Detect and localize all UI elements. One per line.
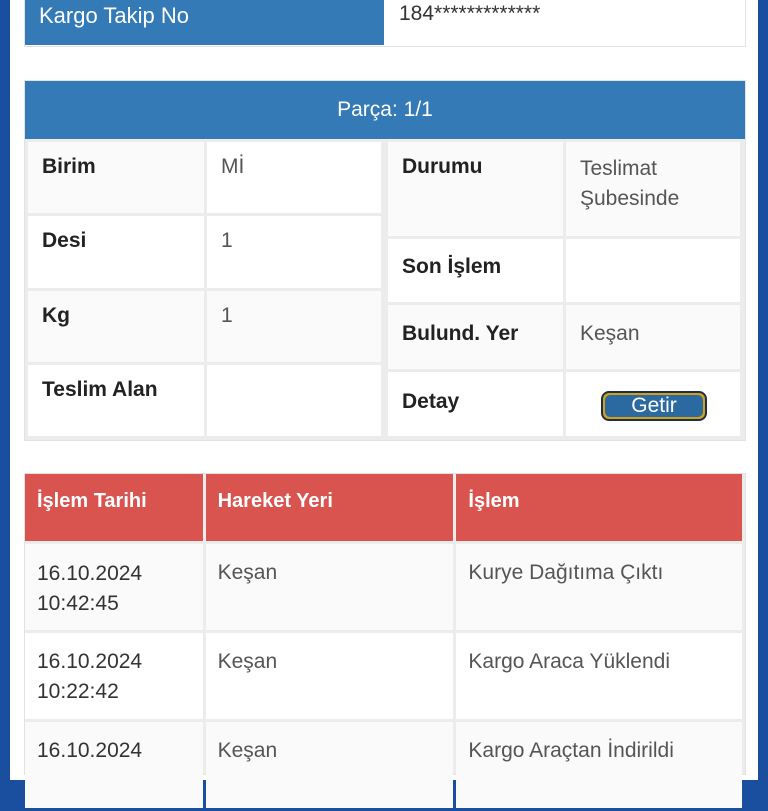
history-place: Keşan <box>205 633 454 719</box>
parts-panel: Parça: 1/1 Birim Mİ Desi 1 Kg 1 Teslim A… <box>24 80 746 441</box>
bulund-yer-key: Bulund. Yer <box>388 305 563 369</box>
durumu-key: Durumu <box>388 142 563 236</box>
teslim-alan-value <box>207 365 381 436</box>
detay-value: Getir <box>566 372 740 436</box>
history-date-cell: 16.10.2024 10:22:42 <box>25 633 203 719</box>
history-table: İşlem Tarihi Hareket Yeri İşlem 16.10.20… <box>22 471 745 811</box>
history-date-cell: 16.10.2024 10:42:45 <box>25 544 203 630</box>
history-time: 10:42:45 <box>37 592 119 615</box>
desi-key: Desi <box>28 216 204 288</box>
tracking-number-row: Kargo Takip No 184************* <box>24 0 746 47</box>
col-islem: İşlem <box>456 474 742 541</box>
parts-header: Parça: 1/1 <box>25 81 745 139</box>
kg-key: Kg <box>28 291 204 362</box>
history-time: 10:22:42 <box>37 680 119 703</box>
detay-key: Detay <box>388 372 563 436</box>
desi-value: 1 <box>207 216 381 288</box>
table-row: 16.10.2024 Keşan Kargo Araçtan İndirildi <box>25 722 742 808</box>
parts-left-table: Birim Mİ Desi 1 Kg 1 Teslim Alan <box>25 139 384 439</box>
history-panel: İşlem Tarihi Hareket Yeri İşlem 16.10.20… <box>24 473 746 808</box>
parts-right-table: Durumu Teslimat Şubesinde Son İşlem Bulu… <box>385 139 743 439</box>
bulund-yer-value: Keşan <box>566 305 740 369</box>
content-area: Kargo Takip No 184************* Parça: 1… <box>10 0 758 808</box>
getir-button[interactable]: Getir <box>601 391 707 421</box>
durumu-value: Teslimat Şubesinde <box>566 142 740 236</box>
col-hareket-yeri: Hareket Yeri <box>205 474 454 541</box>
history-date-cell: 16.10.2024 <box>25 722 203 808</box>
history-header-row: İşlem Tarihi Hareket Yeri İşlem <box>25 474 742 541</box>
history-place: Keşan <box>205 544 454 630</box>
col-islem-tarihi: İşlem Tarihi <box>25 474 203 541</box>
table-row: 16.10.2024 10:22:42 Keşan Kargo Araca Yü… <box>25 633 742 719</box>
history-action: Kargo Araçtan İndirildi <box>456 722 742 808</box>
history-date: 16.10.2024 <box>37 650 143 673</box>
history-action: Kargo Araca Yüklendi <box>456 633 742 719</box>
history-date: 16.10.2024 <box>37 562 143 585</box>
tracking-number-value: 184************* <box>399 2 541 25</box>
tracking-number-label: Kargo Takip No <box>25 0 384 45</box>
son-islem-key: Son İşlem <box>388 239 563 302</box>
teslim-alan-key: Teslim Alan <box>28 365 204 436</box>
history-date: 16.10.2024 <box>37 739 143 762</box>
history-action: Kurye Dağıtıma Çıktı <box>456 544 742 630</box>
getir-button-label: Getir <box>605 395 703 417</box>
birim-value: Mİ <box>207 142 381 213</box>
table-row: 16.10.2024 10:42:45 Keşan Kurye Dağıtıma… <box>25 544 742 630</box>
kg-value: 1 <box>207 291 381 362</box>
birim-key: Birim <box>28 142 204 213</box>
history-place: Keşan <box>205 722 454 808</box>
son-islem-value <box>566 239 740 302</box>
